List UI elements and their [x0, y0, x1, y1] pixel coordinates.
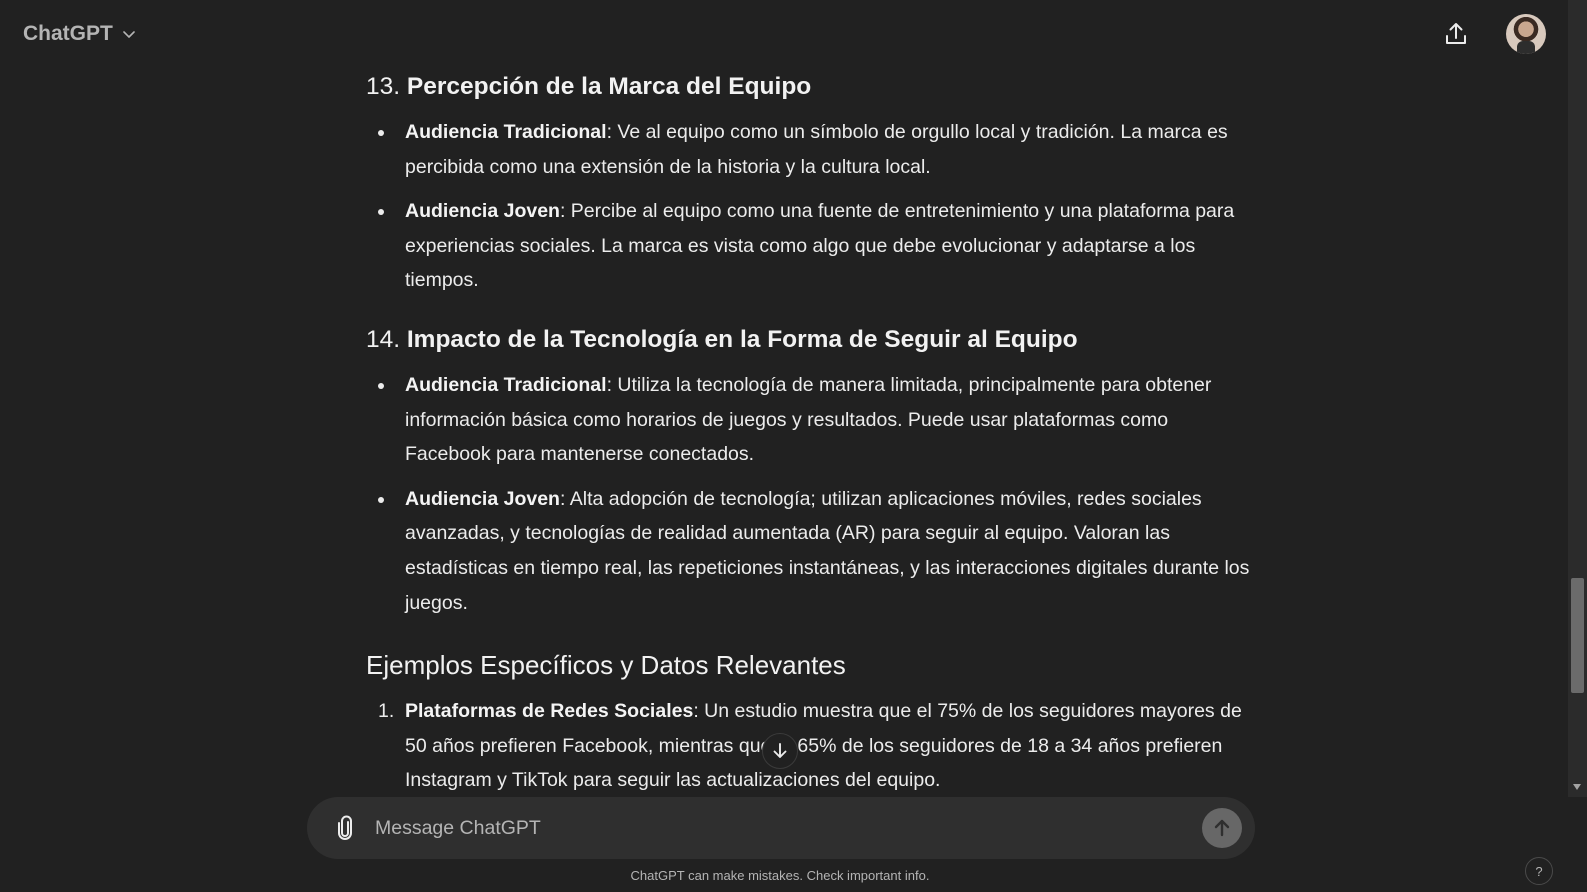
section-heading: 14. Impacto de la Tecnología en la Forma…	[366, 322, 1256, 358]
arrow-down-icon	[773, 743, 787, 758]
bullet-list: Audiencia Tradicional: Ve al equipo como…	[366, 115, 1256, 298]
chat-app: ChatGPT 13. Percepción de la Marca del E…	[0, 0, 1587, 892]
message-input[interactable]	[375, 816, 1202, 840]
list-item: Audiencia Tradicional: Utiliza la tecnol…	[366, 368, 1256, 472]
scroll-down-arrow[interactable]	[1573, 784, 1581, 790]
list-item: 1. Plataformas de Redes Sociales: Un estu…	[366, 694, 1256, 798]
item-label: Audiencia Tradicional	[405, 121, 607, 143]
header-actions	[1440, 14, 1546, 54]
section-heading: 13. Percepción de la Marca del Equipo	[366, 69, 1256, 105]
item-label: Plataformas de Redes Sociales	[405, 700, 694, 723]
top-bar: ChatGPT	[0, 0, 1568, 68]
share-icon	[1446, 23, 1466, 44]
avatar[interactable]	[1506, 14, 1546, 54]
numbered-list: 1. Plataformas de Redes Sociales: Un estu…	[366, 694, 1256, 798]
chevron-down-icon	[123, 31, 135, 38]
list-item: Audiencia Tradicional: Ve al equipo como…	[366, 115, 1256, 184]
message-composer	[307, 797, 1255, 859]
item-label: Audiencia Joven	[405, 200, 560, 223]
item-label: Audiencia Tradicional	[405, 373, 607, 396]
section-title: Percepción de la Marca del Equipo	[406, 73, 812, 100]
assistant-message: 13. Percepción de la Marca del Equipo Au…	[366, 68, 1256, 798]
attach-button[interactable]	[331, 814, 359, 842]
section-number: 14.	[366, 325, 401, 353]
model-selector[interactable]: ChatGPT	[23, 22, 137, 46]
section-number: 13.	[366, 73, 401, 100]
share-button[interactable]	[1440, 18, 1472, 50]
bullet-list: Audiencia Tradicional: Utiliza la tecnol…	[366, 368, 1256, 620]
list-marker: 1.	[378, 700, 395, 723]
arrow-up-icon	[1214, 819, 1230, 837]
help-button[interactable]: ?	[1525, 857, 1553, 885]
send-button[interactable]	[1202, 808, 1242, 848]
list-item: Audiencia Joven: Alta adopción de tecnol…	[366, 482, 1256, 620]
disclaimer-text: ChatGPT can make mistakes. Check importa…	[630, 868, 930, 883]
scroll-to-bottom-button[interactable]	[762, 733, 798, 769]
model-name: ChatGPT	[23, 22, 113, 45]
scrollbar[interactable]	[1568, 0, 1587, 797]
list-item: Audiencia Joven: Percibe al equipo como …	[366, 194, 1256, 298]
examples-heading: Ejemplos Específicos y Datos Relevantes	[366, 650, 846, 681]
section-title: Impacto de la Tecnología en la Forma de …	[406, 325, 1078, 353]
item-label: Audiencia Joven	[405, 487, 560, 510]
scrollbar-thumb[interactable]	[1571, 578, 1584, 693]
paperclip-icon	[338, 815, 352, 840]
